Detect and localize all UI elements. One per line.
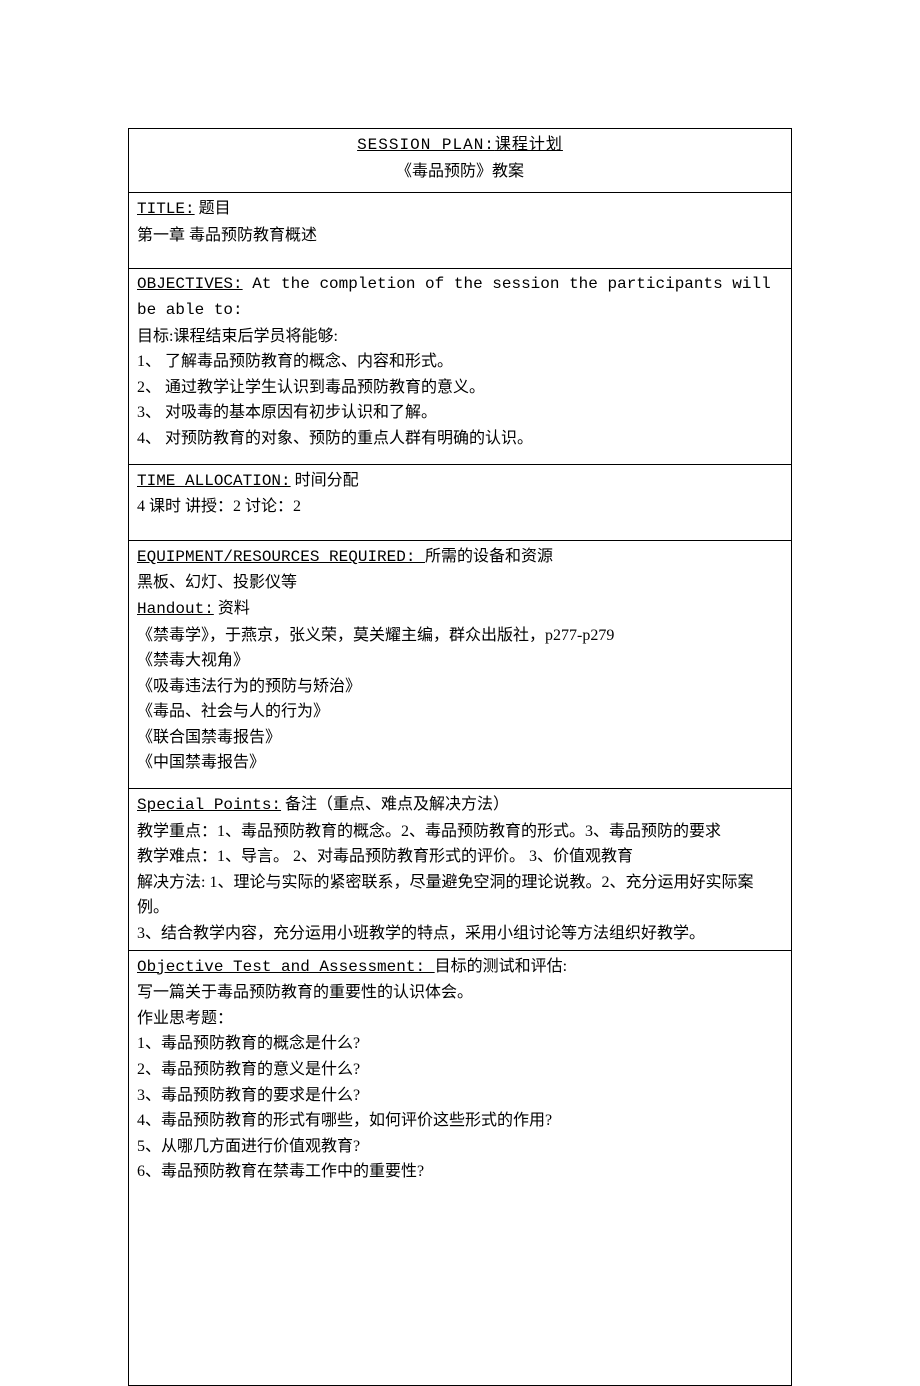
handout-label-cn: 资料 <box>214 600 250 617</box>
objectives-label: OBJECTIVES: <box>137 275 243 293</box>
session-plan-page: SESSION PLAN:课程计划 《毒品预防》教案 TITLE: 题目 第一章… <box>128 128 792 1386</box>
time-content: 4 课时 讲授：2 讨论：2 <box>137 494 783 520</box>
title-content: 第一章 毒品预防教育概述 <box>137 223 783 249</box>
header-section: SESSION PLAN:课程计划 《毒品预防》教案 <box>129 129 791 193</box>
objectives-label-row: OBJECTIVES: At the completion of the ses… <box>137 272 783 323</box>
equipment-label-row: EQUIPMENT/RESOURCES REQUIRED: 所需的设备和资源 <box>137 544 783 571</box>
assessment-item: 5、从哪几方面进行价值观教育? <box>137 1134 783 1160</box>
handout-item: 《禁毒学》，于燕京，张义荣，莫关耀主编，群众出版社，p277-p279 <box>137 623 783 649</box>
assessment-intro: 写一篇关于毒品预防教育的重要性的认识体会。 <box>137 980 783 1006</box>
header-subtitle: 《毒品预防》教案 <box>137 159 783 185</box>
special-line: 3、结合教学内容，充分运用小班教学的特点，采用小组讨论等方法组织好教学。 <box>137 921 783 947</box>
assessment-item: 3、毒品预防教育的要求是什么? <box>137 1083 783 1109</box>
assessment-label: Objective Test and Assessment: <box>137 958 435 976</box>
assessment-item: 2、毒品预防教育的意义是什么? <box>137 1057 783 1083</box>
header-label: SESSION PLAN: <box>357 136 495 154</box>
objective-item: 3、 对吸毒的基本原因有初步认识和了解。 <box>137 400 783 426</box>
special-line: 教学难点：1、导言。 2、对毒品预防教育形式的评价。 3、价值观教育 <box>137 844 783 870</box>
assessment-section: Objective Test and Assessment: 目标的测试和评估:… <box>129 951 791 1385</box>
assessment-item: 1、毒品预防教育的概念是什么? <box>137 1031 783 1057</box>
assessment-label-row: Objective Test and Assessment: 目标的测试和评估: <box>137 954 783 981</box>
equipment-line: 黑板、幻灯、投影仪等 <box>137 570 783 596</box>
title-label-row: TITLE: 题目 <box>137 196 783 223</box>
objectives-section: OBJECTIVES: At the completion of the ses… <box>129 269 791 464</box>
special-points-section: Special Points: 备注（重点、难点及解决方法） 教学重点：1、毒品… <box>129 789 791 951</box>
special-label: Special Points: <box>137 796 281 814</box>
objective-item: 1、 了解毒品预防教育的概念、内容和形式。 <box>137 349 783 375</box>
assessment-label-cn: 目标的测试和评估: <box>435 958 567 975</box>
title-label: TITLE: <box>137 200 195 218</box>
time-label: TIME ALLOCATION: <box>137 472 291 490</box>
special-line: 教学重点：1、毒品预防教育的概念。2、毒品预防教育的形式。3、毒品预防的要求 <box>137 819 783 845</box>
objective-item: 4、 对预防教育的对象、预防的重点人群有明确的认识。 <box>137 426 783 452</box>
assessment-item: 4、毒品预防教育的形式有哪些，如何评价这些形式的作用? <box>137 1108 783 1134</box>
special-label-cn: 备注（重点、难点及解决方法） <box>281 796 509 813</box>
time-label-cn: 时间分配 <box>291 472 359 489</box>
objective-item: 2、 通过教学让学生认识到毒品预防教育的意义。 <box>137 375 783 401</box>
handout-item: 《毒品、社会与人的行为》 <box>137 699 783 725</box>
handout-item: 《联合国禁毒报告》 <box>137 725 783 751</box>
header-line1: SESSION PLAN:课程计划 <box>137 133 783 159</box>
assessment-item: 6、毒品预防教育在禁毒工作中的重要性? <box>137 1159 783 1185</box>
equipment-section: EQUIPMENT/RESOURCES REQUIRED: 所需的设备和资源 黑… <box>129 541 791 789</box>
title-label-cn: 题目 <box>195 200 231 217</box>
special-label-row: Special Points: 备注（重点、难点及解决方法） <box>137 792 783 819</box>
handout-item: 《吸毒违法行为的预防与矫治》 <box>137 674 783 700</box>
handout-label: Handout: <box>137 600 214 618</box>
handout-label-row: Handout: 资料 <box>137 596 783 623</box>
equipment-label: EQUIPMENT/RESOURCES REQUIRED: <box>137 548 425 566</box>
handout-item: 《中国禁毒报告》 <box>137 750 783 776</box>
time-label-row: TIME ALLOCATION: 时间分配 <box>137 468 783 495</box>
header-label-cn: 课程计划 <box>495 136 563 154</box>
time-section: TIME ALLOCATION: 时间分配 4 课时 讲授：2 讨论：2 <box>129 465 791 541</box>
title-section: TITLE: 题目 第一章 毒品预防教育概述 <box>129 193 791 269</box>
handout-item: 《禁毒大视角》 <box>137 648 783 674</box>
special-line: 解决方法: 1、理论与实际的紧密联系，尽量避免空洞的理论说教。2、充分运用好实际… <box>137 870 783 921</box>
objectives-sub: 目标:课程结束后学员将能够: <box>137 324 783 350</box>
equipment-label-cn: 所需的设备和资源 <box>425 548 553 565</box>
assessment-sub: 作业思考题： <box>137 1006 783 1032</box>
